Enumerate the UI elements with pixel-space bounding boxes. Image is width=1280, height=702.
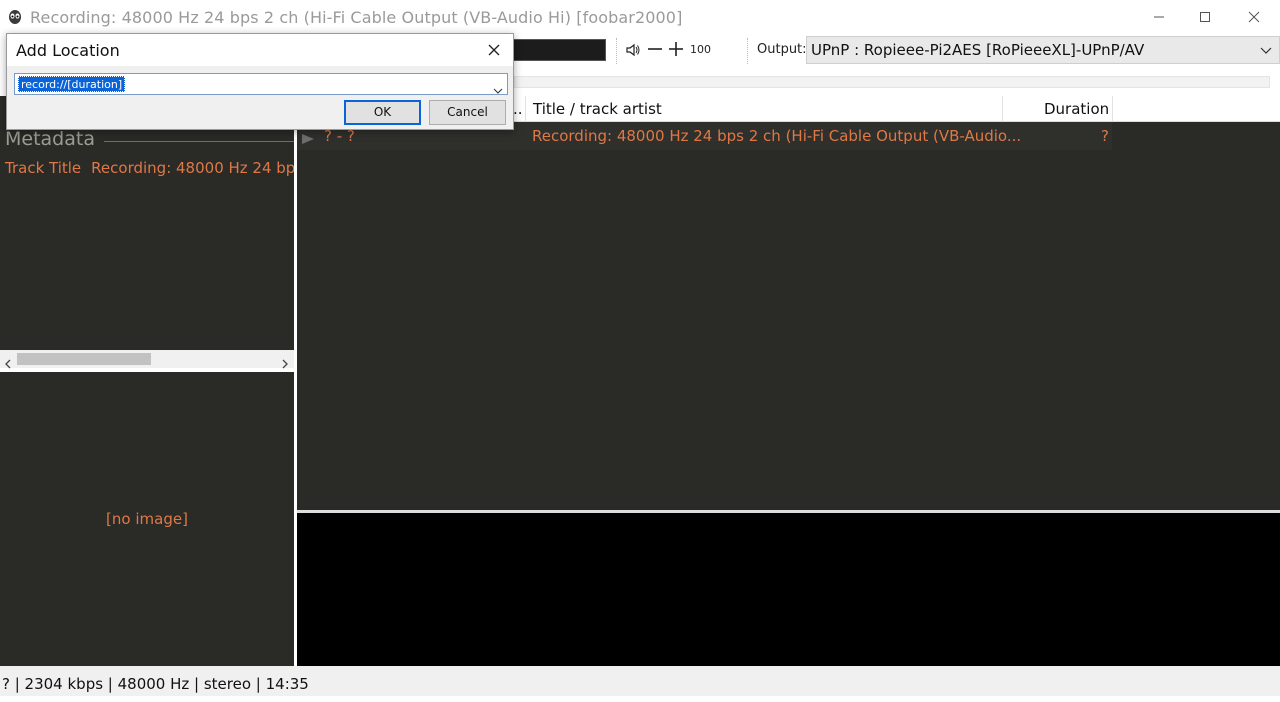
window-titlebar: Recording: 48000 Hz 24 bps 2 ch (Hi-Fi C… [0,0,1280,34]
ok-button[interactable]: OK [344,100,421,125]
scrollbar-thumb[interactable] [17,353,151,365]
minimize-icon [1154,16,1164,18]
window-title: Recording: 48000 Hz 24 bps 2 ch (Hi-Fi C… [30,7,683,27]
location-input[interactable]: record://[duration] [18,76,126,92]
metadata-header: Metadata [5,128,95,150]
cancel-button[interactable]: Cancel [429,100,506,125]
album-art-panel: [no image] [0,372,294,666]
column-separator[interactable] [525,96,526,122]
status-bar: ? | 2304 kbps | 48000 Hz | stereo | 14:3… [0,666,1280,696]
visualisation-panel [297,513,1280,666]
output-device-select[interactable]: UPnP : Ropieee-Pi2AES [RoPieeeXL]-UPnP/A… [806,36,1280,64]
row-title: Recording: 48000 Hz 24 bps 2 ch (Hi-Fi C… [532,127,1022,145]
close-window-button[interactable] [1231,0,1277,34]
toolbar-separator [616,38,617,64]
metadata-divider [104,141,294,142]
playlist-view[interactable]: ? - ? Recording: 48000 Hz 24 bps 2 ch (H… [297,122,1280,510]
output-device-value: UPnP : Ropieee-Pi2AES [RoPieeeXL]-UPnP/A… [811,41,1145,59]
seekbar-display[interactable] [505,39,606,61]
plus-icon [669,42,683,56]
metadata-panel: Metadata Track Title Recording: 48000 Hz … [0,96,294,350]
scroll-right-arrow-icon[interactable] [281,354,289,373]
foobar-app-icon[interactable] [7,9,23,25]
maximize-button[interactable] [1182,0,1228,34]
volume-value: 100 [690,43,711,56]
close-icon [488,44,500,56]
row-duration: ? [1101,127,1109,145]
toolbar-separator [747,38,748,64]
add-location-dialog: Add Location record://[duration] OK Canc… [6,33,514,130]
scroll-left-arrow-icon[interactable] [4,354,12,373]
metadata-horizontal-scrollbar[interactable] [0,350,294,369]
volume-up-button[interactable] [668,41,684,61]
close-icon [1248,11,1260,23]
minimize-button[interactable] [1136,0,1182,34]
speaker-icon[interactable] [625,42,641,62]
column-separator[interactable] [1002,96,1003,122]
maximize-icon [1200,12,1210,22]
chevron-down-icon [1259,43,1273,62]
metadata-key: Track Title [5,159,82,177]
minus-icon [648,48,662,50]
column-header-duration[interactable]: Duration [1044,96,1109,122]
output-label: Output: [757,42,807,57]
seek-progress-bar[interactable] [514,76,1270,88]
volume-down-button[interactable] [647,41,663,61]
column-header-title[interactable]: Title / track artist [533,96,662,122]
column-header-artist-album[interactable]: .. [513,96,523,122]
chevron-down-icon[interactable] [493,80,503,99]
dialog-close-button[interactable] [487,42,501,61]
metadata-row-track-title: Track Title Recording: 48000 Hz 24 bps 2 [5,159,294,177]
no-image-label: [no image] [106,510,188,528]
location-combobox[interactable]: record://[duration] [14,73,508,95]
dialog-title: Add Location [16,41,120,60]
now-playing-icon [301,130,315,149]
column-separator[interactable] [1112,96,1113,122]
dialog-titlebar: Add Location [7,34,513,66]
metadata-value: Recording: 48000 Hz 24 bps 2 [91,159,294,177]
